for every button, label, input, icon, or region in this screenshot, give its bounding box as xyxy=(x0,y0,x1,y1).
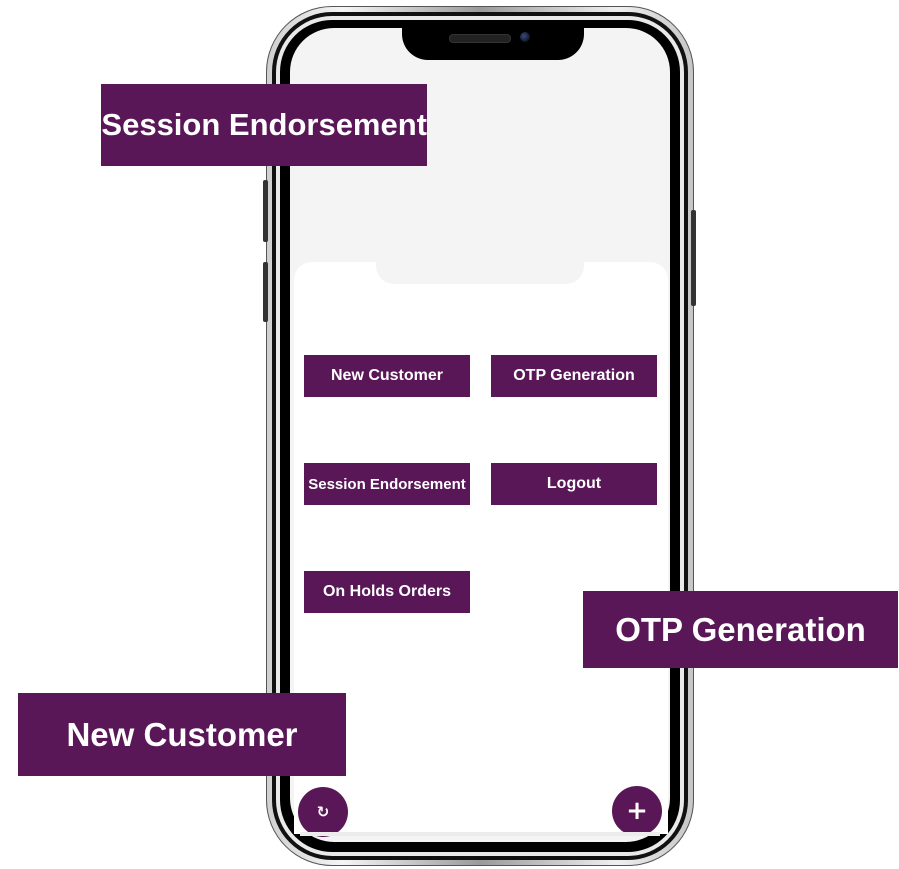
menu-card-cutout xyxy=(376,262,584,284)
refresh-icon: ↻ xyxy=(316,803,330,821)
on-holds-orders-button[interactable]: On Holds Orders xyxy=(304,571,470,613)
front-camera-icon xyxy=(520,32,530,42)
otp-generation-callout: OTP Generation xyxy=(583,591,898,668)
new-customer-callout: New Customer xyxy=(18,693,346,776)
session-endorsement-callout: Session Endorsement xyxy=(101,84,427,166)
plus-icon: + xyxy=(626,796,648,826)
phone-speaker xyxy=(449,34,511,43)
bottom-bar xyxy=(300,832,660,836)
refresh-button[interactable]: ↻ xyxy=(298,787,348,837)
otp-generation-button[interactable]: OTP Generation xyxy=(491,355,657,397)
menu-card xyxy=(294,262,668,834)
add-button[interactable]: + xyxy=(612,786,662,836)
new-customer-button[interactable]: New Customer xyxy=(304,355,470,397)
phone-silent-switch xyxy=(263,180,268,242)
session-endorsement-button[interactable]: Session Endorsement xyxy=(304,463,470,505)
phone-volume-button xyxy=(263,262,268,322)
phone-power-button xyxy=(691,210,696,306)
logout-button[interactable]: Logout xyxy=(491,463,657,505)
